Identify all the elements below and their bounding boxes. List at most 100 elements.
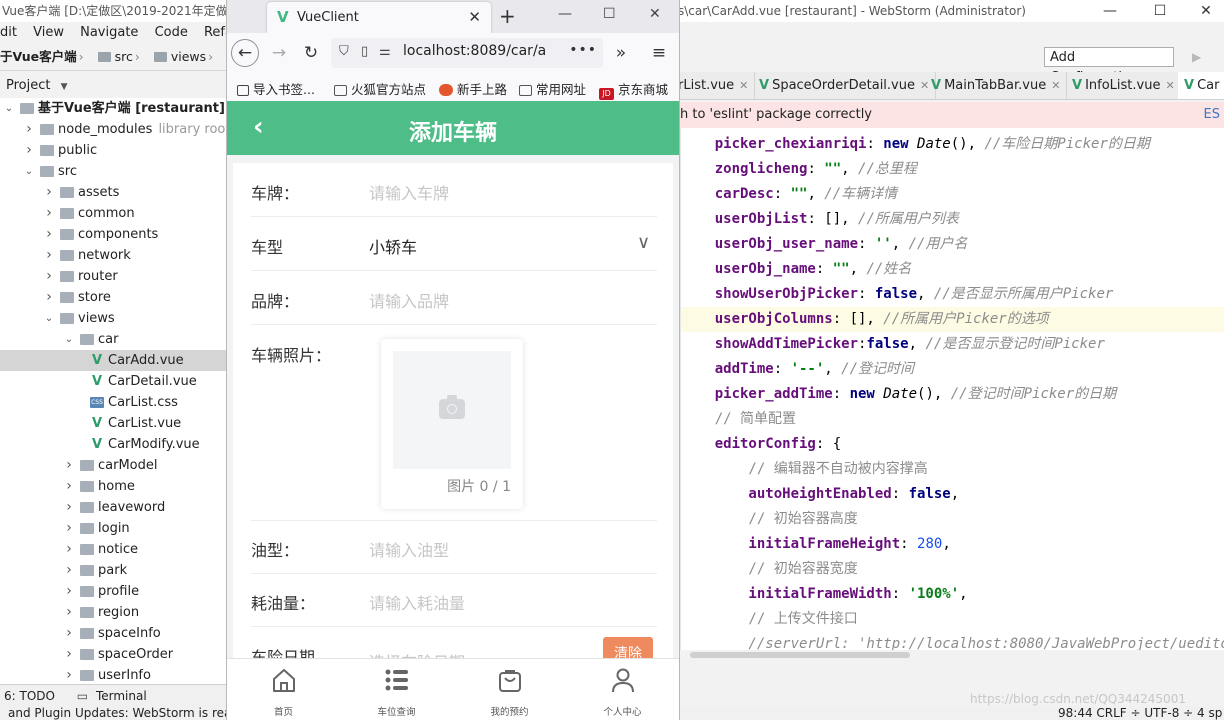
tree-item[interactable]: › leaveword [0,497,226,518]
reload-button[interactable]: ↻ [297,39,325,67]
run-icon[interactable]: ▶ [1192,50,1201,64]
url-bar[interactable]: ⛉ ▯ ⚌ localhost:8089/car/a ••• [331,38,603,68]
code-editor[interactable]: picker_chexianriqi: new Date(), //车险日期Pi… [680,128,1224,650]
ide-minimize-button[interactable]: — [1090,0,1130,22]
chevron-down-icon[interactable]: ⌄ [4,98,14,119]
tree-item[interactable]: › public [0,140,226,161]
terminal-tool-button[interactable]: Terminal [96,689,147,703]
chevron-down-icon[interactable]: ▼ [61,82,68,92]
project-label[interactable]: Project [6,78,50,93]
chevron-down-icon[interactable]: ⌄ [44,308,54,329]
breadcrumb-project[interactable]: 于Vue客户端 [0,49,77,64]
close-icon[interactable]: ✕ [739,79,748,92]
browser-minimize-button[interactable]: — [558,6,572,22]
ide-maximize-button[interactable]: ☐ [1140,0,1180,22]
upload-area[interactable] [393,351,511,469]
overflow-chevron-icon[interactable]: » [607,39,635,67]
tab-profile[interactable]: 个人中心 [566,659,679,720]
tree-item[interactable]: › carModel [0,455,226,476]
chevron-right-icon[interactable]: › [64,455,74,476]
back-button[interactable]: ← [231,39,259,67]
tree-item[interactable]: › userInfo [0,665,226,684]
menu-code[interactable]: Code [155,25,188,40]
tree-item[interactable]: › router [0,266,226,287]
fuel-input[interactable]: 请输入油型 [369,537,449,561]
chevron-right-icon[interactable]: › [44,182,54,203]
chevron-right-icon[interactable]: › [44,203,54,224]
add-configuration-button[interactable]: Add Configuration... [1044,47,1174,85]
scrollbar-thumb[interactable] [690,652,910,658]
menu-refactor[interactable]: Refactor [204,25,226,40]
editor-tab[interactable]: rList.vue ✕ [680,72,756,99]
close-icon[interactable]: ✕ [1165,79,1174,92]
chevron-down-icon[interactable]: ⌄ [64,329,74,350]
tree-item[interactable]: › network [0,245,226,266]
close-icon[interactable]: ✕ [1051,79,1060,92]
browser-maximize-button[interactable]: ☐ [603,6,616,22]
chevron-right-icon[interactable]: › [64,560,74,581]
bookmark-firefox[interactable]: 火狐官方站点 [334,79,426,98]
chevron-right-icon[interactable]: › [64,518,74,539]
tree-item[interactable]: › components [0,224,226,245]
consumption-row[interactable]: 耗油量： 请输入耗油量 [233,574,673,627]
more-icon[interactable]: ••• [569,42,597,58]
tree-item[interactable]: › profile [0,581,226,602]
tree-item[interactable]: ⌄ 基于Vue客户端 [restaurant]D:\定做 [0,98,226,119]
menu-view[interactable]: View [33,25,64,40]
chevron-right-icon[interactable]: › [64,476,74,497]
url-text[interactable]: localhost:8089/car/a [403,43,546,59]
tree-item[interactable]: › node_modules library root [0,119,226,140]
tree-item[interactable]: ⌄ src [0,161,226,182]
tree-item[interactable]: V CarDetail.vue [0,371,226,392]
browser-close-button[interactable]: ✕ [649,6,661,22]
tree-item[interactable]: › common [0,203,226,224]
chevron-right-icon[interactable]: › [44,245,54,266]
plate-row[interactable]: 车牌： 请输入车牌 [233,163,673,217]
chevron-right-icon[interactable]: › [64,497,74,518]
chevron-right-icon[interactable]: › [64,644,74,665]
chevron-right-icon[interactable]: › [44,266,54,287]
photo-uploader[interactable]: 图片 0 / 1 [381,339,523,509]
plate-input[interactable]: 请输入车牌 [369,180,449,204]
breadcrumb-views[interactable]: views [171,49,206,64]
tab-home[interactable]: 首页 [227,659,340,720]
editor-tab-active[interactable]: V Car [1178,72,1224,99]
close-icon[interactable]: ✕ [468,8,481,26]
fuel-row[interactable]: 油型： 请输入油型 [233,521,673,574]
permissions-icon[interactable]: ⚌ [379,44,391,59]
model-row[interactable]: 车型 小轿车 ∨ [233,217,673,271]
chevron-down-icon[interactable]: ⌄ [24,161,34,182]
chevron-right-icon[interactable]: › [44,287,54,308]
tree-item[interactable]: V CarAdd.vue [0,350,226,371]
tree-item[interactable]: ⌄ views [0,308,226,329]
tree-item[interactable]: › region [0,602,226,623]
browser-tab[interactable]: V VueClient ✕ [267,2,491,33]
tree-item[interactable]: ⌄ car [0,329,226,350]
editor-tab[interactable]: V InfoList.vue ✕ [1066,72,1182,99]
editor-tab[interactable]: V SpaceOrderDetail.vue ✕ [753,72,937,99]
breadcrumb-src[interactable]: src [115,49,133,64]
chevron-right-icon[interactable]: › [64,581,74,602]
chevron-right-icon[interactable]: › [64,665,74,684]
bookmark-common[interactable]: 常用网址 [519,79,586,98]
chevron-right-icon[interactable]: › [24,140,34,161]
chevron-right-icon[interactable]: › [64,623,74,644]
tree-item[interactable]: › home [0,476,226,497]
editor-tab[interactable]: V MainTabBar.vue ✕ [925,72,1068,99]
tab-space-search[interactable]: 车位查询 [340,659,453,720]
tree-item[interactable]: V CarModify.vue [0,434,226,455]
tree-item[interactable]: › park [0,560,226,581]
tree-item[interactable]: › store [0,287,226,308]
brand-row[interactable]: 品牌： 请输入品牌 [233,271,673,325]
eslint-settings-link[interactable]: ES [1204,102,1220,128]
menu-navigate[interactable]: Navigate [80,25,138,40]
chevron-down-icon[interactable]: ∨ [637,232,650,253]
new-tab-button[interactable]: + [499,4,516,28]
tree-item[interactable]: › login [0,518,226,539]
tree-item[interactable]: › assets [0,182,226,203]
shield-icon[interactable]: ⛉ [339,44,349,59]
menu-edit[interactable]: dit [0,25,17,40]
bookmark-jd[interactable]: JD 京东商城 [599,79,668,100]
chevron-right-icon[interactable]: › [64,602,74,623]
chevron-right-icon[interactable]: › [64,539,74,560]
